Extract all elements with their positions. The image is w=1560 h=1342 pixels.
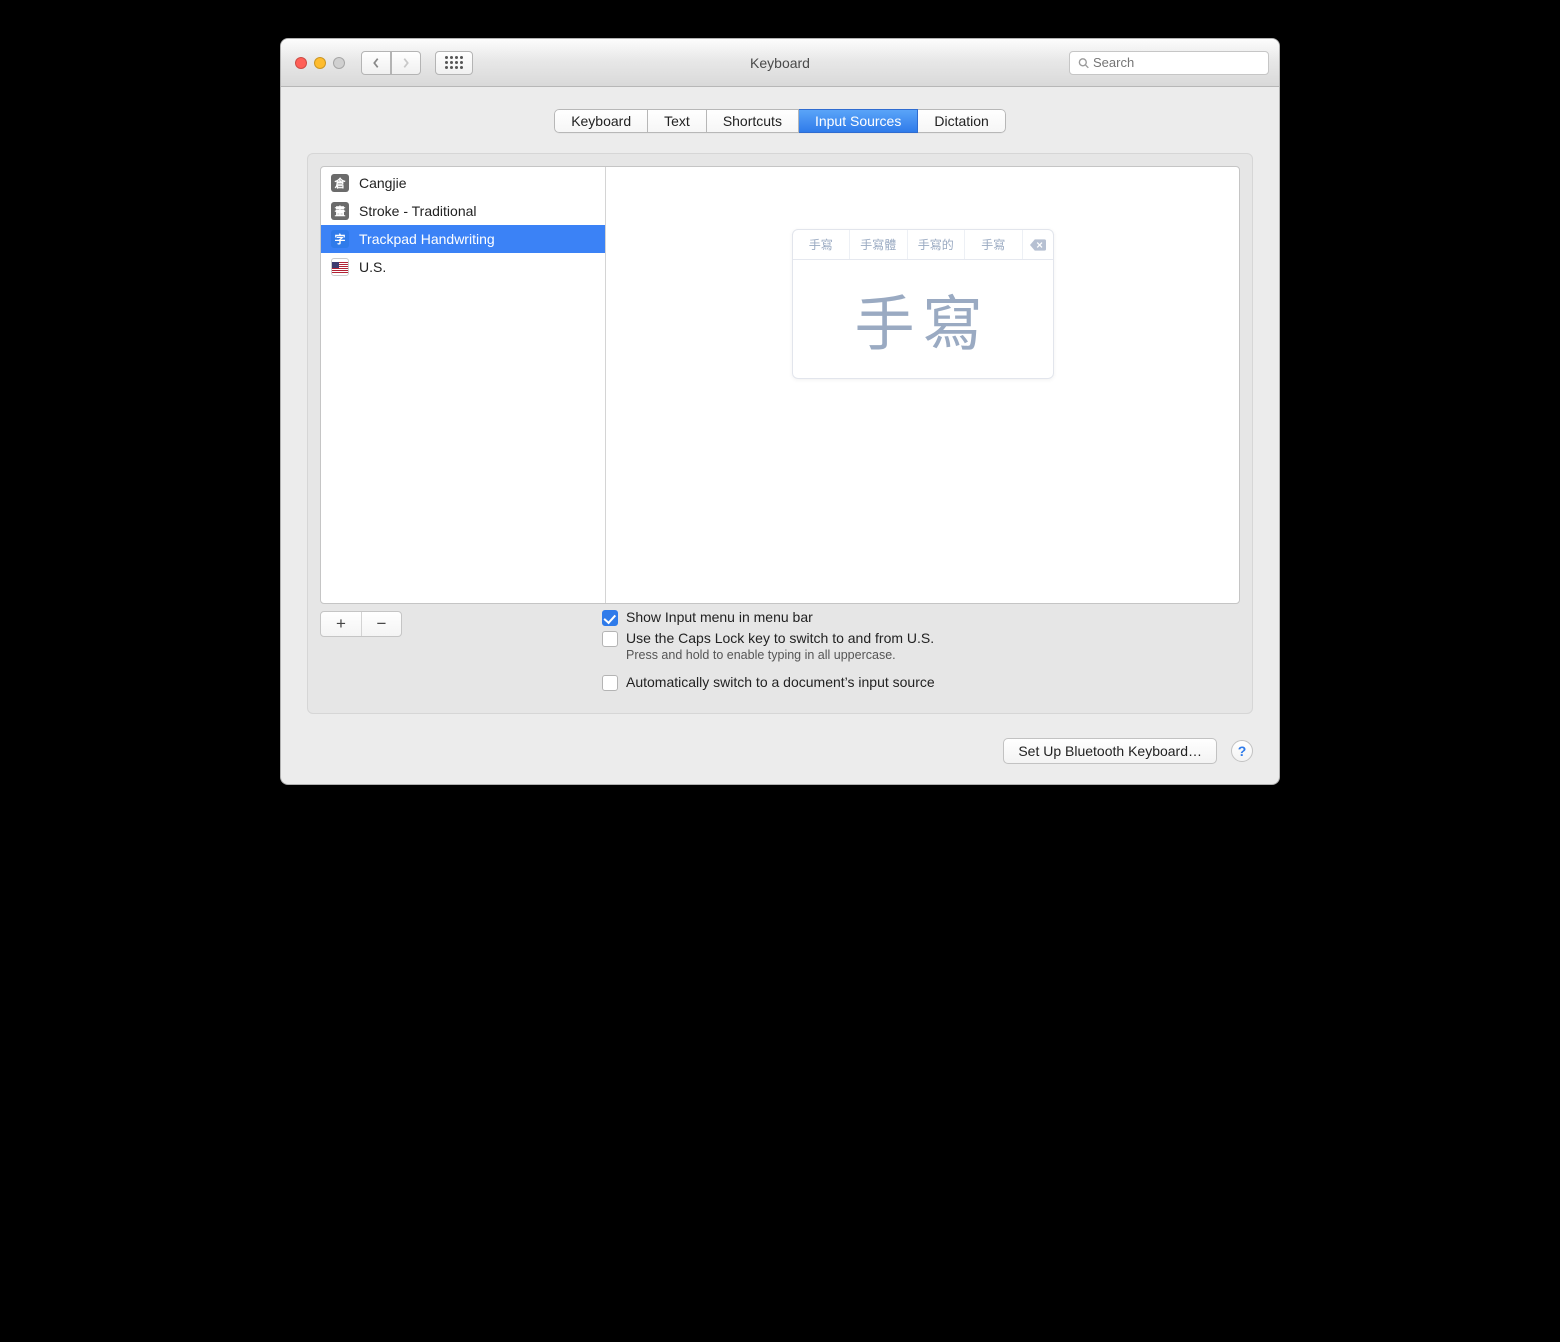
zoom-window-button[interactable] [333, 57, 345, 69]
checkbox[interactable] [602, 675, 618, 691]
preferences-window: Keyboard Keyboard Text Shortcuts Input S… [280, 38, 1280, 785]
tab-bar: Keyboard Text Shortcuts Input Sources Di… [307, 109, 1253, 133]
source-label: Cangjie [359, 175, 406, 191]
tab-input-sources[interactable]: Input Sources [799, 109, 918, 133]
input-sources-pane: 倉 Cangjie 畫 Stroke - Traditional 字 Track… [307, 153, 1253, 714]
grid-icon [445, 56, 463, 69]
below-panel: + − Show Input menu in menu bar Use the … [320, 603, 1240, 695]
candidate[interactable]: 手寫 [965, 230, 1023, 259]
search-input[interactable] [1093, 55, 1260, 70]
stroke-icon: 畫 [331, 202, 349, 220]
input-source-list[interactable]: 倉 Cangjie 畫 Stroke - Traditional 字 Track… [321, 167, 606, 603]
source-preview: 手寫 手寫體 手寫的 手寫 手寫 [606, 167, 1239, 603]
forward-button[interactable] [391, 51, 421, 75]
titlebar: Keyboard [281, 39, 1279, 87]
candidate-bar: 手寫 手寫體 手寫的 手寫 [793, 230, 1053, 260]
close-window-button[interactable] [295, 57, 307, 69]
candidate[interactable]: 手寫體 [850, 230, 908, 259]
option-label: Automatically switch to a document’s inp… [626, 674, 935, 690]
tab-keyboard[interactable]: Keyboard [554, 109, 648, 133]
setup-bluetooth-keyboard-button[interactable]: Set Up Bluetooth Keyboard… [1003, 738, 1217, 764]
sources-panel: 倉 Cangjie 畫 Stroke - Traditional 字 Track… [320, 166, 1240, 604]
handwriting-icon: 字 [331, 230, 349, 248]
footer: Set Up Bluetooth Keyboard… ? [307, 738, 1253, 764]
add-source-button[interactable]: + [321, 612, 361, 636]
delete-candidate-button[interactable] [1023, 230, 1053, 259]
backspace-icon [1030, 239, 1046, 251]
tab-text[interactable]: Text [648, 109, 707, 133]
remove-source-button[interactable]: − [361, 612, 401, 636]
search-field[interactable] [1069, 51, 1269, 75]
us-flag-icon [331, 258, 349, 276]
option-caps-lock-switch[interactable]: Use the Caps Lock key to switch to and f… [602, 630, 935, 670]
checkbox[interactable] [602, 610, 618, 626]
tab-dictation[interactable]: Dictation [918, 109, 1005, 133]
minimize-window-button[interactable] [314, 57, 326, 69]
source-us[interactable]: U.S. [321, 253, 605, 281]
candidate[interactable]: 手寫 [793, 230, 851, 259]
window-body: Keyboard Text Shortcuts Input Sources Di… [281, 87, 1279, 784]
source-cangjie[interactable]: 倉 Cangjie [321, 169, 605, 197]
search-icon [1078, 57, 1089, 69]
window-controls [291, 57, 353, 69]
candidate[interactable]: 手寫的 [908, 230, 966, 259]
handwriting-preview: 手寫 手寫體 手寫的 手寫 手寫 [792, 229, 1054, 379]
option-label: Use the Caps Lock key to switch to and f… [626, 630, 934, 646]
help-button[interactable]: ? [1231, 740, 1253, 762]
handwriting-pad[interactable]: 手寫 [793, 260, 1053, 378]
nav-buttons [361, 51, 421, 75]
source-stroke-traditional[interactable]: 畫 Stroke - Traditional [321, 197, 605, 225]
option-auto-switch[interactable]: Automatically switch to a document’s inp… [602, 674, 935, 691]
checkbox[interactable] [602, 631, 618, 647]
back-button[interactable] [361, 51, 391, 75]
add-remove-control: + − [320, 611, 402, 637]
show-all-button[interactable] [435, 51, 473, 75]
options: Show Input menu in menu bar Use the Caps… [602, 603, 935, 695]
option-subtext: Press and hold to enable typing in all u… [626, 648, 934, 662]
cangjie-icon: 倉 [331, 174, 349, 192]
tab-shortcuts[interactable]: Shortcuts [707, 109, 799, 133]
chevron-left-icon [371, 57, 381, 69]
chevron-right-icon [401, 57, 411, 69]
source-trackpad-handwriting[interactable]: 字 Trackpad Handwriting [321, 225, 605, 253]
option-label: Show Input menu in menu bar [626, 609, 813, 625]
option-show-input-menu[interactable]: Show Input menu in menu bar [602, 609, 935, 626]
source-label: U.S. [359, 259, 386, 275]
source-label: Trackpad Handwriting [359, 231, 495, 247]
source-label: Stroke - Traditional [359, 203, 477, 219]
